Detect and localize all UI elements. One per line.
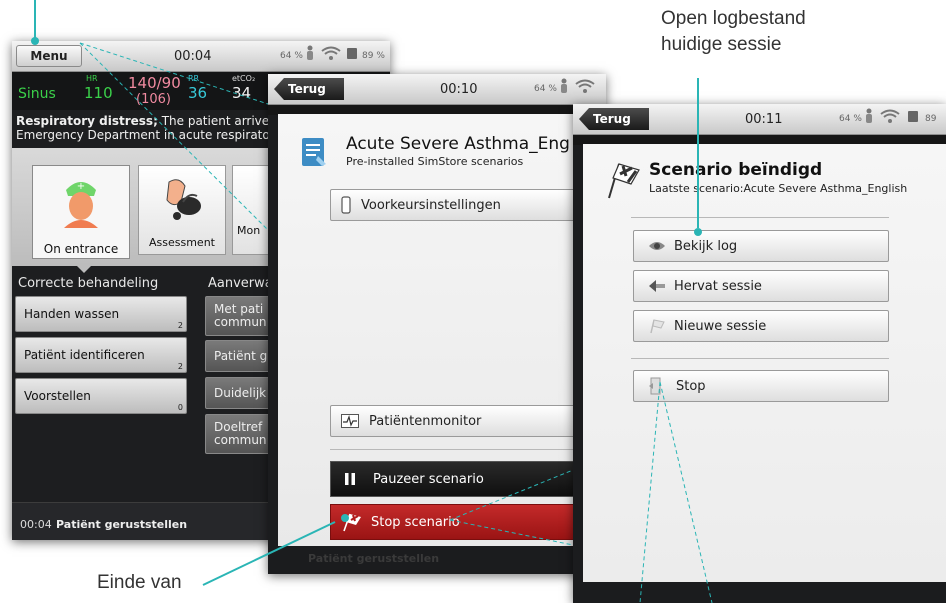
end-caption: Einde van	[97, 570, 182, 596]
zoom-line	[79, 42, 269, 105]
stop-beam-line	[639, 381, 661, 603]
zoom-line	[449, 469, 574, 521]
stop-beam-line	[659, 381, 713, 603]
end-caption-text: Einde van	[97, 572, 182, 593]
stop-callout-line	[202, 521, 336, 586]
log-caption-line1: Open logbestand	[661, 8, 806, 29]
log-caption: Open logbestand huidige sessie	[661, 6, 806, 58]
stop-callout-dot	[341, 514, 349, 522]
log-callout-dot	[694, 228, 702, 236]
zoom-line	[449, 519, 574, 546]
annotation-overlay	[31, 0, 713, 603]
zoom-line	[79, 42, 269, 231]
log-caption-line2: huidige sessie	[661, 34, 782, 55]
menu-callout-dot	[31, 37, 39, 45]
